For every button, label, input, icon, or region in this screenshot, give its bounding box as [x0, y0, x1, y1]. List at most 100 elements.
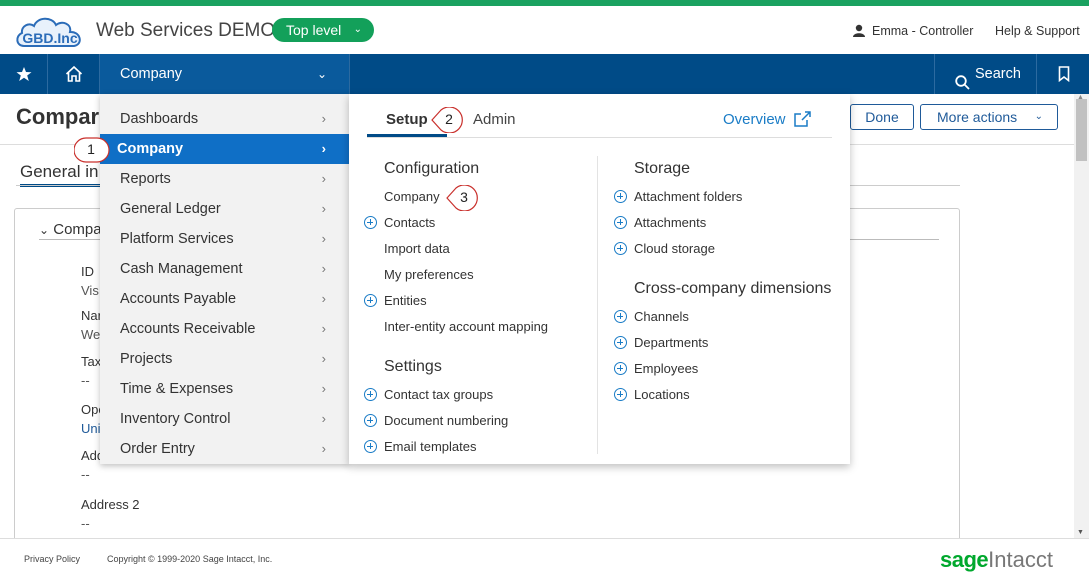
link-company[interactable]: Company	[384, 189, 440, 204]
menu-item-accounts-payable[interactable]: Accounts Payable ›	[100, 284, 350, 314]
help-support-link[interactable]: Help & Support	[995, 24, 1080, 38]
copyright-text: Copyright © 1999-2020 Sage Intacct, Inc.	[107, 554, 273, 564]
tab-admin[interactable]: Admin	[473, 111, 516, 128]
link-entities[interactable]: Entities	[384, 293, 427, 308]
chevron-down-icon: ⌄	[316, 67, 327, 81]
overview-link[interactable]: Overview	[723, 111, 786, 128]
app-header: GBD.Inc Web Services DEMO Top level ⌄ Em…	[0, 6, 1089, 54]
link-inter-entity-mapping[interactable]: Inter-entity account mapping	[384, 319, 548, 334]
scrollbar-thumb[interactable]	[1076, 99, 1087, 161]
field-label: Tax	[81, 354, 101, 369]
search-button[interactable]: Search	[934, 54, 1037, 94]
bookmarks-button[interactable]	[1038, 54, 1089, 94]
scroll-down-icon[interactable]: ▼	[1077, 529, 1084, 536]
menu-item-general-ledger[interactable]: General Ledger ›	[100, 194, 350, 224]
menu-item-reports[interactable]: Reports ›	[100, 164, 350, 194]
menu-item-label: Cash Management	[120, 261, 243, 277]
link-my-preferences[interactable]: My preferences	[384, 267, 474, 282]
callout-3: 3	[446, 185, 480, 211]
chevron-right-icon: ›	[321, 411, 326, 426]
add-attachment-icon[interactable]	[614, 216, 627, 229]
callout-number: 3	[460, 189, 468, 205]
field-label: Ope	[81, 402, 101, 417]
more-actions-label: More actions	[937, 109, 1018, 125]
tab-setup[interactable]: Setup	[386, 111, 428, 128]
external-link-icon[interactable]	[793, 110, 812, 133]
menu-item-projects[interactable]: Projects ›	[100, 344, 350, 374]
company-logo[interactable]: GBD.Inc	[14, 14, 88, 50]
add-contact-icon[interactable]	[364, 216, 377, 229]
chevron-right-icon: ›	[321, 231, 326, 246]
page-title: Compar	[16, 104, 100, 129]
field-label: ID	[81, 264, 94, 279]
link-contact-tax-groups[interactable]: Contact tax groups	[384, 387, 493, 402]
chevron-right-icon: ›	[321, 171, 326, 186]
section-title-settings: Settings	[384, 358, 442, 375]
link-channels[interactable]: Channels	[634, 309, 689, 324]
menu-item-order-entry[interactable]: Order Entry ›	[100, 434, 350, 464]
add-cloud-storage-icon[interactable]	[614, 242, 627, 255]
menu-item-label: Inventory Control	[120, 411, 231, 427]
link-attachment-folders[interactable]: Attachment folders	[634, 189, 742, 204]
add-channel-icon[interactable]	[614, 310, 627, 323]
add-location-icon[interactable]	[614, 388, 627, 401]
more-actions-button[interactable]: More actions ⌄	[920, 104, 1058, 130]
bookmark-icon	[1058, 66, 1069, 82]
field-value: --	[81, 373, 90, 388]
menu-item-inventory-control[interactable]: Inventory Control ›	[100, 404, 350, 434]
page-scrollbar[interactable]: ▲ ▼	[1074, 94, 1089, 538]
tab-general-information[interactable]: General in	[20, 162, 110, 187]
link-cloud-storage[interactable]: Cloud storage	[634, 241, 715, 256]
callout-number: 1	[87, 141, 95, 157]
add-employee-icon[interactable]	[614, 362, 627, 375]
chevron-right-icon: ›	[321, 141, 326, 156]
star-icon	[16, 67, 31, 81]
add-attachment-folder-icon[interactable]	[614, 190, 627, 203]
brand-intacct: Intacct	[988, 547, 1053, 572]
chevron-down-icon: ⌄	[353, 24, 362, 35]
search-label: Search	[975, 66, 1021, 82]
add-contact-tax-group-icon[interactable]	[364, 388, 377, 401]
field-label: Address 2	[81, 497, 140, 512]
field-label: Add	[81, 448, 101, 463]
field-value: --	[81, 516, 90, 531]
chevron-right-icon: ›	[321, 291, 326, 306]
entity-level-button[interactable]: Top level ⌄	[272, 18, 374, 42]
home-icon	[65, 65, 82, 82]
module-menu: Dashboards › Company › Reports › General Le…	[100, 94, 350, 464]
menu-item-label: Order Entry	[120, 441, 195, 457]
menu-item-platform-services[interactable]: Platform Services ›	[100, 224, 350, 254]
add-entity-icon[interactable]	[364, 294, 377, 307]
user-menu[interactable]: Emma - Controller	[852, 24, 973, 38]
chevron-right-icon: ›	[321, 111, 326, 126]
favorites-button[interactable]	[0, 54, 48, 94]
menu-item-cash-management[interactable]: Cash Management ›	[100, 254, 350, 284]
add-department-icon[interactable]	[614, 336, 627, 349]
add-email-template-icon[interactable]	[364, 440, 377, 453]
sage-intacct-logo: sageIntacct	[940, 547, 1053, 573]
link-document-numbering[interactable]: Document numbering	[384, 413, 508, 428]
done-button[interactable]: Done	[850, 104, 914, 130]
field-value: Vis	[81, 283, 99, 298]
module-selector[interactable]: Company ⌄	[100, 54, 350, 94]
menu-item-time-expenses[interactable]: Time & Expenses ›	[100, 374, 350, 404]
menu-item-label: Dashboards	[120, 111, 199, 127]
user-icon	[852, 24, 866, 37]
field-value: --	[81, 467, 90, 482]
svg-text:GBD.Inc: GBD.Inc	[22, 30, 77, 46]
link-contacts[interactable]: Contacts	[384, 215, 435, 230]
menu-item-company[interactable]: Company ›	[100, 134, 350, 164]
link-locations[interactable]: Locations	[634, 387, 690, 402]
link-email-templates[interactable]: Email templates	[384, 439, 476, 454]
link-departments[interactable]: Departments	[634, 335, 708, 350]
menu-item-accounts-receivable[interactable]: Accounts Receivable ›	[100, 314, 350, 344]
privacy-policy-link[interactable]: Privacy Policy	[24, 554, 80, 564]
link-employees[interactable]: Employees	[634, 361, 698, 376]
link-attachments[interactable]: Attachments	[634, 215, 706, 230]
menu-item-label: Platform Services	[120, 231, 234, 247]
link-import-data[interactable]: Import data	[384, 241, 450, 256]
home-button[interactable]	[48, 54, 100, 94]
add-document-numbering-icon[interactable]	[364, 414, 377, 427]
menu-item-dashboards[interactable]: Dashboards ›	[100, 104, 350, 134]
menu-item-label: Accounts Receivable	[120, 321, 256, 337]
